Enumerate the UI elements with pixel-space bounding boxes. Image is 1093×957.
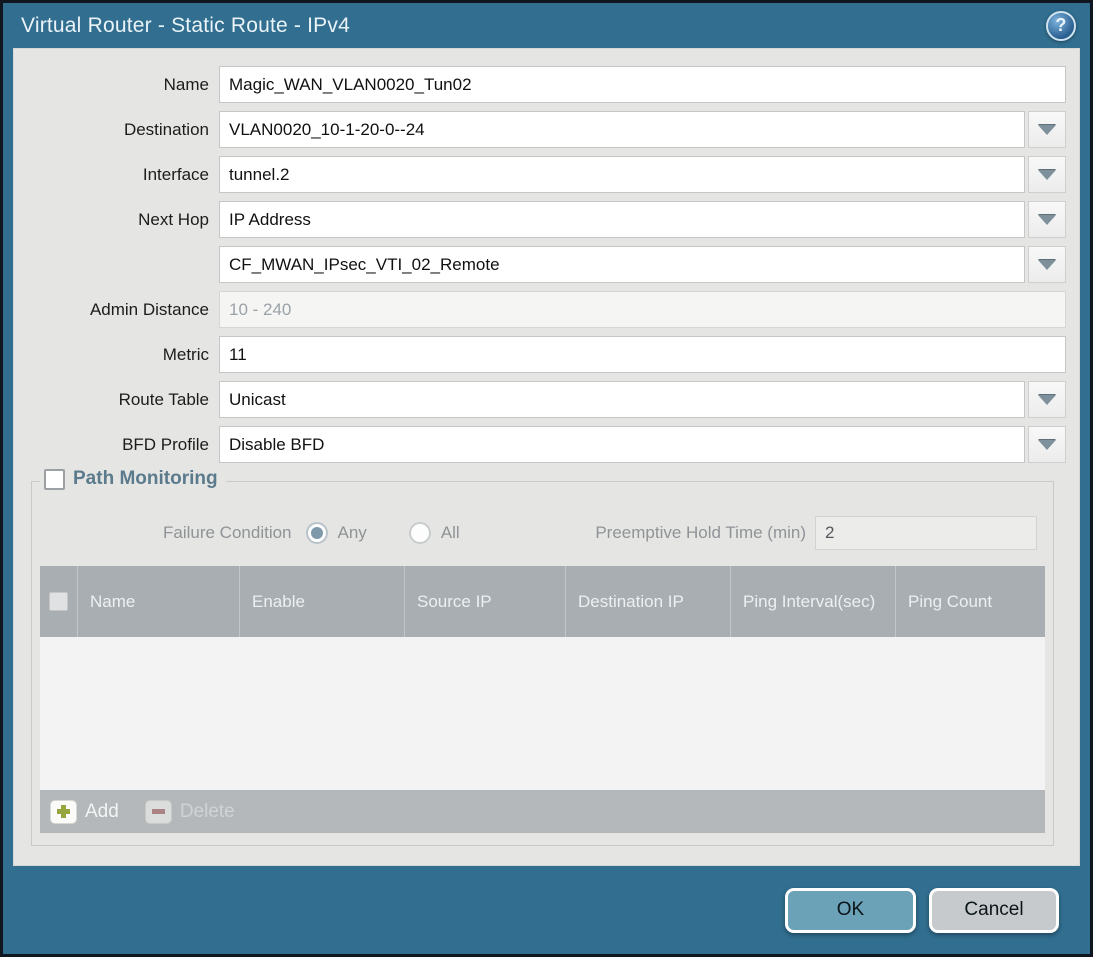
name-label: Name <box>14 75 219 95</box>
path-monitoring-section: Path Monitoring Failure Condition Any Al… <box>31 481 1054 846</box>
next-hop-address-input[interactable] <box>219 246 1025 283</box>
path-monitoring-title: Path Monitoring <box>73 468 218 490</box>
metric-input[interactable] <box>219 336 1066 373</box>
dialog-window: Virtual Router - Static Route - IPv4 ? N… <box>3 3 1090 954</box>
metric-label: Metric <box>14 345 219 365</box>
form-row-admin-distance: Admin Distance <box>14 291 1066 328</box>
dialog-title: Virtual Router - Static Route - IPv4 <box>21 14 1046 38</box>
destination-dropdown-button[interactable] <box>1028 111 1066 148</box>
name-input[interactable] <box>219 66 1066 103</box>
delete-button[interactable]: Delete <box>145 800 235 824</box>
destination-label: Destination <box>14 120 219 140</box>
interface-input[interactable] <box>219 156 1025 193</box>
route-table-input[interactable] <box>219 381 1025 418</box>
admin-distance-input[interactable] <box>219 291 1066 328</box>
chevron-down-icon <box>1038 125 1056 135</box>
column-header-source-ip: Source IP <box>404 566 565 637</box>
column-header-ping-count: Ping Count <box>895 566 1045 637</box>
table-header-select-cell <box>40 566 77 637</box>
column-header-enable: Enable <box>239 566 404 637</box>
form-row-destination: Destination <box>14 111 1066 148</box>
next-hop-type-input[interactable] <box>219 201 1025 238</box>
cancel-button[interactable]: Cancel <box>929 888 1059 933</box>
failure-condition-all-label: All <box>441 523 460 543</box>
bfd-profile-input[interactable] <box>219 426 1025 463</box>
form-row-name: Name <box>14 66 1066 103</box>
bfd-profile-dropdown-button[interactable] <box>1028 426 1066 463</box>
add-button-label: Add <box>85 801 119 823</box>
next-hop-address-dropdown-button[interactable] <box>1028 246 1066 283</box>
chevron-down-icon <box>1038 440 1056 450</box>
interface-dropdown-button[interactable] <box>1028 156 1066 193</box>
chevron-down-icon <box>1038 260 1056 270</box>
failure-condition-all-radio[interactable] <box>409 522 431 544</box>
add-button[interactable]: Add <box>50 800 119 824</box>
interface-label: Interface <box>14 165 219 185</box>
bfd-profile-label: BFD Profile <box>14 435 219 455</box>
table-body-empty <box>40 637 1045 790</box>
preemptive-hold-time-input[interactable] <box>815 516 1037 550</box>
route-table-label: Route Table <box>14 390 219 410</box>
chevron-down-icon <box>1038 395 1056 405</box>
ok-button[interactable]: OK <box>785 888 916 933</box>
failure-condition-any-radio[interactable] <box>306 522 328 544</box>
dialog-content: Name Destination Interface <box>13 48 1080 866</box>
preemptive-hold-time-label: Preemptive Hold Time (min) <box>595 523 806 543</box>
failure-condition-any-label: Any <box>338 523 367 543</box>
form-row-route-table: Route Table <box>14 381 1066 418</box>
path-monitoring-options-row: Failure Condition Any All Preemptive Hol… <box>40 516 1045 550</box>
minus-icon <box>145 800 172 824</box>
path-monitoring-table: Name Enable Source IP Destination IP Pin… <box>40 566 1045 833</box>
route-table-dropdown-button[interactable] <box>1028 381 1066 418</box>
destination-input[interactable] <box>219 111 1025 148</box>
table-footer-bar: Add Delete <box>40 790 1045 833</box>
admin-distance-label: Admin Distance <box>14 300 219 320</box>
delete-button-label: Delete <box>180 801 235 823</box>
select-all-checkbox[interactable] <box>49 592 68 611</box>
chevron-down-icon <box>1038 215 1056 225</box>
form-row-bfd-profile: BFD Profile <box>14 426 1066 463</box>
dialog-button-bar: OK Cancel <box>3 866 1090 954</box>
next-hop-label: Next Hop <box>14 210 219 230</box>
help-icon[interactable]: ? <box>1046 11 1076 41</box>
column-header-ping-interval: Ping Interval(sec) <box>730 566 895 637</box>
column-header-name: Name <box>77 566 239 637</box>
dialog-titlebar: Virtual Router - Static Route - IPv4 ? <box>3 3 1090 48</box>
plus-icon <box>50 800 77 824</box>
path-monitoring-legend: Path Monitoring <box>40 468 226 490</box>
path-monitoring-checkbox[interactable] <box>44 469 65 490</box>
form-row-interface: Interface <box>14 156 1066 193</box>
failure-condition-label: Failure Condition <box>163 523 292 543</box>
form-row-next-hop-address <box>14 246 1066 283</box>
column-header-destination-ip: Destination IP <box>565 566 730 637</box>
form-row-next-hop: Next Hop <box>14 201 1066 238</box>
form-row-metric: Metric <box>14 336 1066 373</box>
table-header-row: Name Enable Source IP Destination IP Pin… <box>40 566 1045 637</box>
chevron-down-icon <box>1038 170 1056 180</box>
next-hop-type-dropdown-button[interactable] <box>1028 201 1066 238</box>
